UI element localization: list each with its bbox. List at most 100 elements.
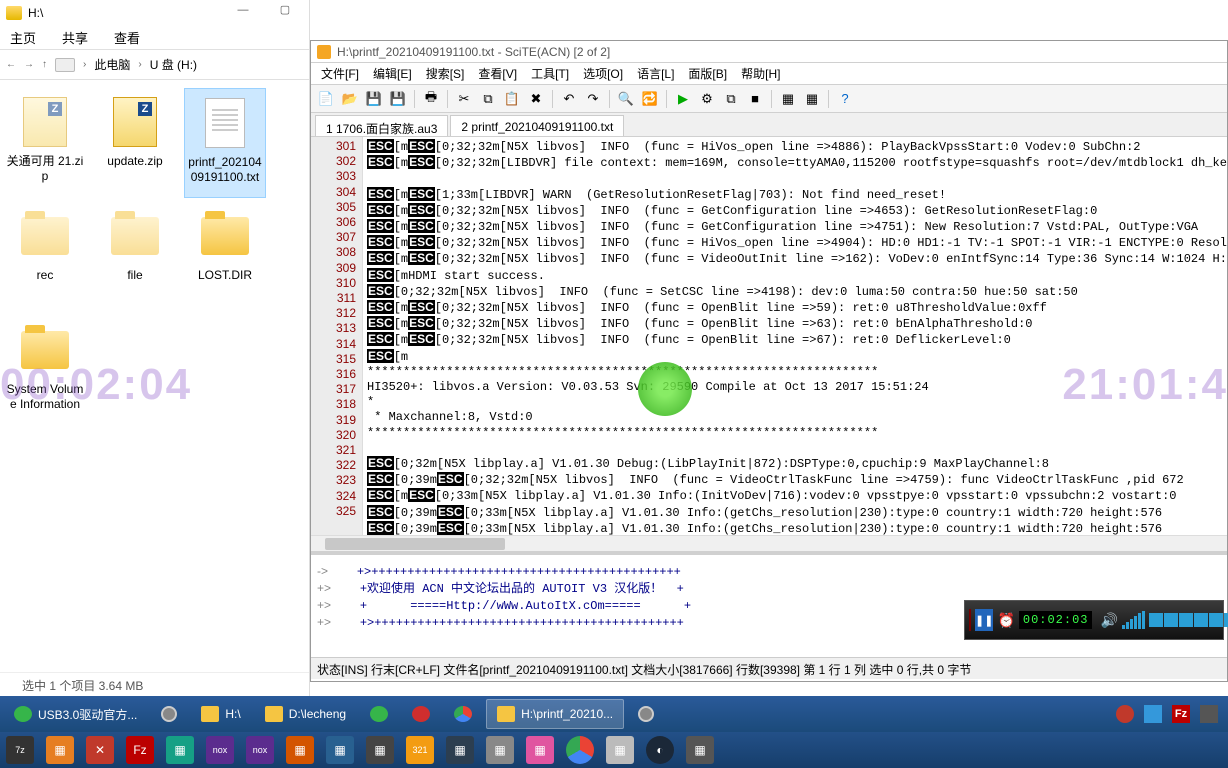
menu-item[interactable]: 面版[B] bbox=[682, 63, 733, 84]
save-icon[interactable]: 💾 bbox=[363, 88, 385, 110]
file-item[interactable]: LOST.DIR bbox=[184, 202, 266, 312]
print-icon[interactable]: 🖶 bbox=[420, 88, 442, 110]
chevron-icon: › bbox=[83, 59, 86, 70]
menu-item[interactable]: 搜索[S] bbox=[420, 63, 471, 84]
breadcrumb-pc[interactable]: 此电脑 bbox=[94, 56, 130, 73]
secondary-taskbar[interactable]: 7z ▦ ✕ Fz ▦ nox nox ▦ ▦ ▦ 321 ▦ ▦ ▦ ▦ ◐ … bbox=[0, 732, 1228, 768]
run-icon[interactable]: ▶ bbox=[672, 88, 694, 110]
mpc-icon[interactable]: 321 bbox=[406, 736, 434, 764]
code-area[interactable]: ESC[mESC[0;32;32m[N5X libvos] INFO (func… bbox=[363, 137, 1227, 535]
copy-icon[interactable]: ⧉ bbox=[477, 88, 499, 110]
nav-up-icon[interactable]: ↑ bbox=[42, 59, 47, 70]
filezilla-icon[interactable]: Fz bbox=[126, 736, 154, 764]
steam-icon[interactable]: ◐ bbox=[646, 736, 674, 764]
taskbar-item[interactable]: D:\lecheng bbox=[255, 699, 356, 729]
taskbar-item[interactable] bbox=[628, 699, 664, 729]
overlay-wallclock: 21:01:4 bbox=[1062, 360, 1228, 410]
taskbar-item[interactable] bbox=[444, 699, 482, 729]
document-tab[interactable]: 1 1706.面白家族.au3 bbox=[315, 115, 448, 136]
breadcrumb-drive[interactable]: U 盘 (H:) bbox=[150, 56, 197, 73]
cut-icon[interactable]: ✂ bbox=[453, 88, 475, 110]
explorer-breadcrumb[interactable]: ← → ↑ › 此电脑 › U 盘 (H:) bbox=[0, 50, 309, 80]
app-icon[interactable]: ▦ bbox=[326, 736, 354, 764]
app-icon[interactable]: ▦ bbox=[286, 736, 314, 764]
open-file-icon[interactable]: 📂 bbox=[339, 88, 361, 110]
compile-icon[interactable]: ⧉ bbox=[720, 88, 742, 110]
nav-fwd-icon[interactable]: → bbox=[24, 59, 34, 70]
build-icon[interactable]: ⚙ bbox=[696, 88, 718, 110]
speaker-icon[interactable]: 🔊 bbox=[1100, 612, 1117, 629]
scite-tabbar: 1 1706.面白家族.au3 2 printf_20210409191100.… bbox=[311, 113, 1227, 137]
menu-item[interactable]: 帮助[H] bbox=[735, 63, 786, 84]
7zip-icon[interactable]: 7z bbox=[6, 736, 34, 764]
menu-item[interactable]: 选项[O] bbox=[577, 63, 629, 84]
save-all-icon[interactable]: 💾 bbox=[387, 88, 409, 110]
recorder-elapsed: 00:02:03 bbox=[1019, 611, 1093, 629]
undo-icon[interactable]: ↶ bbox=[558, 88, 580, 110]
line-number-gutter: 301 302 303 304 305 306 307 308 309 310 … bbox=[311, 137, 363, 535]
menu-item[interactable]: 查看[V] bbox=[472, 63, 523, 84]
document-tab[interactable]: 2 printf_20210409191100.txt bbox=[450, 115, 624, 136]
help-icon[interactable]: ? bbox=[834, 88, 856, 110]
redo-icon[interactable]: ↷ bbox=[582, 88, 604, 110]
nav-back-icon[interactable]: ← bbox=[6, 59, 16, 70]
taskbar-item[interactable] bbox=[402, 699, 440, 729]
delete-icon[interactable]: ✖ bbox=[525, 88, 547, 110]
filezilla-icon[interactable]: Fz bbox=[1172, 705, 1190, 723]
app-icon[interactable]: ▦ bbox=[486, 736, 514, 764]
paste-icon[interactable]: 📋 bbox=[501, 88, 523, 110]
app-icon[interactable]: ▦ bbox=[446, 736, 474, 764]
folder-icon bbox=[6, 6, 22, 20]
ribbon-tab[interactable]: 查看 bbox=[114, 28, 140, 47]
tool-icon[interactable]: ▦ bbox=[777, 88, 799, 110]
minimize-button[interactable]: — bbox=[223, 0, 263, 20]
taskbar-item[interactable] bbox=[151, 699, 187, 729]
stop-icon[interactable]: ■ bbox=[744, 88, 766, 110]
menu-item[interactable]: 工具[T] bbox=[525, 63, 575, 84]
close-app-icon[interactable]: ✕ bbox=[86, 736, 114, 764]
tray-icon[interactable] bbox=[1116, 705, 1134, 723]
taskbar-item[interactable] bbox=[360, 699, 398, 729]
file-item[interactable]: printf_20210409191100.txt bbox=[184, 88, 266, 198]
screen-recorder-bar[interactable]: ❚❚ ⏰ 00:02:03 🔊 bbox=[964, 600, 1224, 640]
menu-item[interactable]: 语言[L] bbox=[631, 63, 680, 84]
scite-statusbar: 状态[INS] 行末[CR+LF] 文件名[printf_20210409191… bbox=[311, 657, 1227, 679]
windows-taskbar[interactable]: USB3.0驱动官方... H:\D:\lecheng H:\printf_2021… bbox=[0, 696, 1228, 732]
app-icon[interactable]: ▦ bbox=[606, 736, 634, 764]
replace-icon[interactable]: 🔁 bbox=[639, 88, 661, 110]
taskbar-item[interactable]: USB3.0驱动官方... bbox=[4, 699, 147, 729]
menu-item[interactable]: 文件[F] bbox=[315, 63, 365, 84]
file-item[interactable]: update.zip bbox=[94, 88, 176, 198]
taskbar-item[interactable]: H:\ bbox=[191, 699, 250, 729]
file-item[interactable]: 关通可用 21.zip bbox=[4, 88, 86, 198]
taskbar-item[interactable]: H:\printf_20210... bbox=[486, 699, 624, 729]
record-button[interactable] bbox=[969, 609, 971, 631]
recorder-option-buttons[interactable] bbox=[1149, 613, 1228, 627]
drive-icon bbox=[55, 58, 75, 72]
tool-icon[interactable]: ▦ bbox=[801, 88, 823, 110]
horizontal-scrollbar[interactable] bbox=[311, 535, 1227, 551]
chrome-icon[interactable] bbox=[566, 736, 594, 764]
menu-item[interactable]: 编辑[E] bbox=[367, 63, 418, 84]
system-tray[interactable]: Fz bbox=[1116, 705, 1224, 723]
ribbon-tab[interactable]: 主页 bbox=[10, 28, 36, 47]
tray-icon[interactable] bbox=[1144, 705, 1162, 723]
app-icon[interactable]: ▦ bbox=[686, 736, 714, 764]
nox-icon[interactable]: nox bbox=[246, 736, 274, 764]
app-icon[interactable]: ▦ bbox=[366, 736, 394, 764]
app-icon[interactable]: ▦ bbox=[166, 736, 194, 764]
nox-icon[interactable]: nox bbox=[206, 736, 234, 764]
app-icon[interactable]: ▦ bbox=[526, 736, 554, 764]
new-file-icon[interactable]: 📄 bbox=[315, 88, 337, 110]
scite-editor[interactable]: 301 302 303 304 305 306 307 308 309 310 … bbox=[311, 137, 1227, 535]
tray-icon[interactable] bbox=[1200, 705, 1218, 723]
explorer-window: H:\ — ▢ 主页 共享 查看 ← → ↑ › 此电脑 › U 盘 (H:) … bbox=[0, 0, 310, 696]
maximize-button[interactable]: ▢ bbox=[265, 0, 305, 20]
file-item[interactable]: rec bbox=[4, 202, 86, 312]
pause-button[interactable]: ❚❚ bbox=[975, 609, 993, 631]
app-icon[interactable]: ▦ bbox=[46, 736, 74, 764]
ribbon-tab[interactable]: 共享 bbox=[62, 28, 88, 47]
find-icon[interactable]: 🔍 bbox=[615, 88, 637, 110]
cursor-highlight-icon bbox=[638, 362, 692, 416]
file-item[interactable]: file bbox=[94, 202, 176, 312]
